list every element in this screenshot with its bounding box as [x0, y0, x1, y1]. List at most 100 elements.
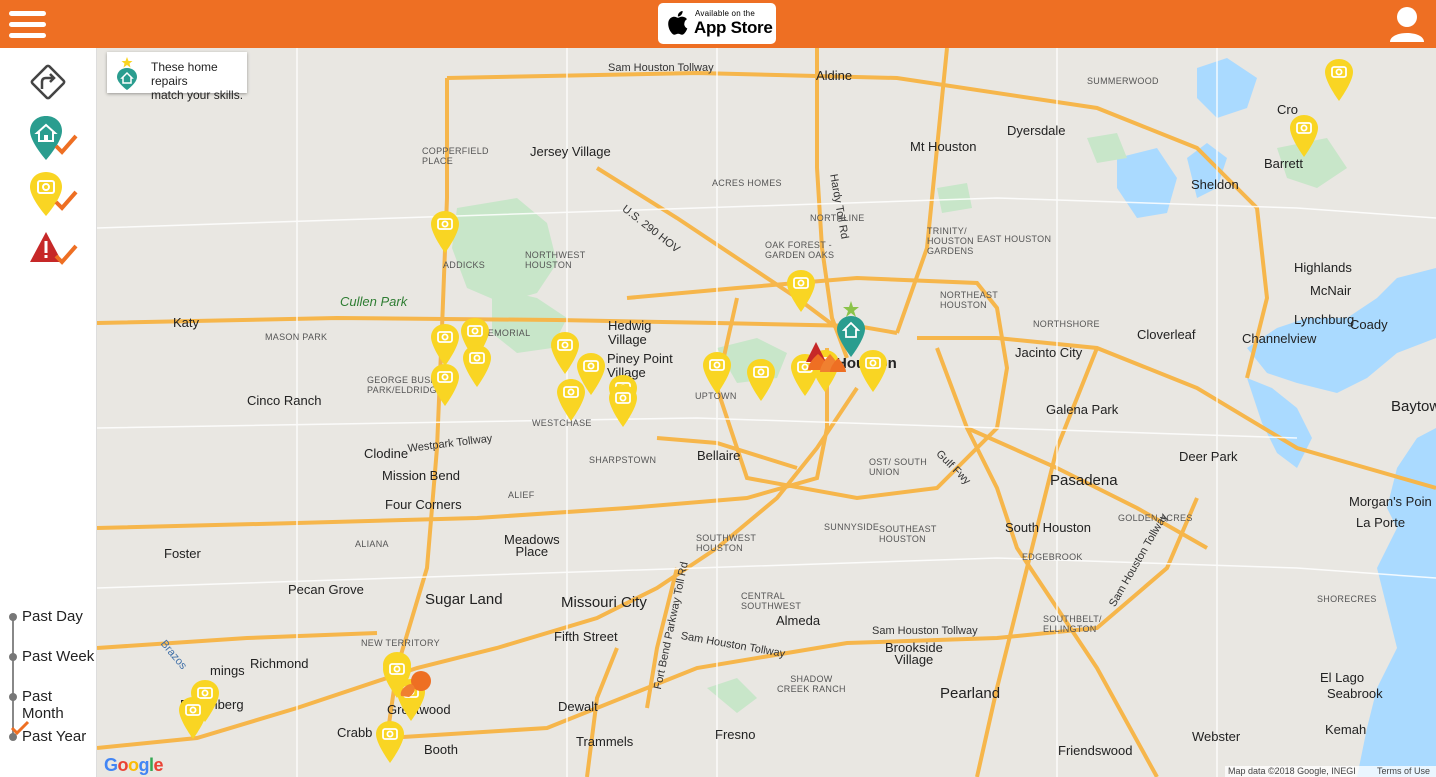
legend-line-1: These home repairs: [151, 60, 218, 88]
route-icon[interactable]: [28, 62, 68, 102]
map-label: OAK FOREST - GARDEN OAKS: [765, 240, 835, 260]
map-label: SOUTHBELT/ ELLINGTON: [1043, 614, 1102, 634]
skill-match-pin-icon: [117, 57, 137, 90]
timeline-dot[interactable]: [9, 653, 17, 661]
app-store-small-text: Available on the: [695, 9, 755, 18]
map-label: Friendswood: [1058, 743, 1133, 758]
map-label: SHARPSTOWN: [589, 455, 657, 465]
map-label: Richmond: [250, 656, 309, 671]
google-logo: Google: [104, 755, 164, 775]
map-label: Booth: [424, 742, 458, 757]
camera-pin-icon[interactable]: [430, 210, 460, 254]
camera-pin-icon[interactable]: [556, 378, 586, 422]
camera-pin-icon[interactable]: [430, 323, 460, 367]
map-label: SHADOW CREEK RANCH: [777, 674, 846, 694]
map-label: Coady: [1350, 317, 1388, 332]
sidebar: Past Day Past Week Past Month Past Year: [0, 48, 97, 777]
map-label: Clodine: [364, 446, 409, 461]
map-label: Cullen Park: [340, 294, 408, 309]
user-icon[interactable]: [1388, 4, 1426, 44]
map-label: Sam Houston Tollway: [608, 62, 714, 74]
map-label: Sam Houston Tollway: [872, 625, 978, 637]
map-label: Channelview: [1242, 331, 1317, 346]
map-label: South Houston: [1005, 520, 1092, 535]
timeline-dot[interactable]: [9, 693, 17, 701]
top-bar: Available on the App Store: [0, 0, 1436, 48]
map-label: Mission Bend: [382, 468, 461, 483]
map-label: Kemah: [1325, 722, 1367, 737]
map-label: SHORECRES: [1317, 594, 1377, 604]
camera-pin-icon[interactable]: [178, 696, 208, 740]
camera-pin-icon[interactable]: [702, 351, 732, 395]
timeline-past-month[interactable]: Past Month: [22, 688, 96, 722]
map-label: Missouri City: [561, 594, 647, 611]
map-label: Sheldon: [1191, 177, 1239, 192]
map-label: Crabb: [337, 725, 373, 740]
map-data-text: Map data ©2018 Google, INEGI: [1228, 766, 1356, 776]
timeline-past-day[interactable]: Past Day: [22, 608, 83, 625]
camera-pin-icon[interactable]: [608, 384, 638, 428]
map-label: Brookside Village: [885, 640, 943, 667]
map-label: mings: [210, 663, 245, 678]
legend-line-2: match your skills.: [151, 88, 244, 102]
map-label: Trammels: [576, 734, 634, 749]
map-label: Dewalt: [558, 699, 598, 714]
map-label: NORTHLINE: [810, 213, 865, 223]
map[interactable]: Sam Houston Tollway Aldine SUMMERWOOD Cr…: [97, 48, 1436, 777]
map-label: Seabrook: [1327, 686, 1383, 701]
map-label: Pecan Grove: [288, 582, 364, 597]
map-label: Jacinto City: [1015, 345, 1083, 360]
camera-pin-icon[interactable]: [462, 344, 492, 388]
map-label: ADDICKS: [443, 260, 486, 270]
map-label: Barrett: [1264, 156, 1304, 171]
map-label: Morgan's Poin: [1349, 494, 1432, 509]
timeline-past-year[interactable]: Past Year: [22, 728, 86, 745]
alert-toggle-icon[interactable]: [28, 230, 80, 270]
map-label: CENTRAL SOUTHWEST: [741, 591, 802, 611]
map-label: Highlands: [1294, 260, 1352, 275]
map-label: Webster: [1192, 729, 1241, 744]
app-store-badge[interactable]: Available on the App Store: [658, 3, 776, 44]
selected-check-icon: [10, 720, 30, 736]
map-label: Galena Park: [1046, 402, 1119, 417]
map-label: SOUTHEAST HOUSTON: [879, 524, 937, 544]
menu-icon[interactable]: [8, 6, 48, 42]
map-label: COPPERFIELD PLACE: [422, 146, 489, 166]
camera-pin-toggle-icon[interactable]: [28, 170, 80, 220]
map-label: Cinco Ranch: [247, 393, 322, 408]
map-label: SUMMERWOOD: [1087, 76, 1159, 86]
map-label: Hedwig Village: [608, 318, 652, 347]
map-label: Dyersdale: [1007, 123, 1066, 138]
app-store-big-text: App Store: [694, 18, 773, 37]
camera-pin-icon[interactable]: [1289, 114, 1319, 158]
skill-match-toggle-icon[interactable]: [28, 114, 80, 164]
camera-pin-icon[interactable]: [375, 720, 405, 764]
timeline-past-week[interactable]: Past Week: [22, 648, 94, 665]
map-label: Meadows Place: [504, 532, 560, 559]
map-label: Four Corners: [385, 497, 462, 512]
camera-pin-icon[interactable]: [786, 269, 816, 313]
alert-cluster-icon[interactable]: [804, 340, 854, 374]
map-label: Bellaire: [697, 448, 741, 463]
camera-pin-icon[interactable]: [746, 358, 776, 402]
alert-cluster-icon[interactable]: [397, 670, 433, 698]
map-label: Sugar Land: [425, 591, 503, 608]
map-label: Cloverleaf: [1137, 327, 1196, 342]
map-label: Baytow: [1391, 398, 1436, 415]
camera-pin-icon[interactable]: [430, 363, 460, 407]
timeline-dot[interactable]: [9, 613, 17, 621]
map-label: EAST HOUSTON: [977, 234, 1052, 244]
terms-link[interactable]: Terms of Use: [1377, 766, 1430, 776]
map-label: Foster: [164, 546, 201, 561]
legend-text: These home repairs match your skills.: [151, 60, 247, 102]
map-label: Aldine: [816, 68, 853, 83]
camera-pin-icon[interactable]: [1324, 58, 1354, 102]
map-label: Lynchburg: [1294, 312, 1355, 327]
map-label: Almeda: [776, 613, 821, 628]
apple-icon: [668, 11, 688, 35]
map-attribution: Map data ©2018 Google, INEGI Terms of Us…: [1225, 766, 1436, 777]
map-label: Fresno: [715, 727, 756, 742]
map-label: La Porte: [1356, 515, 1406, 530]
map-label: ACRES HOMES: [712, 178, 782, 188]
map-label: ALIANA: [355, 539, 389, 549]
